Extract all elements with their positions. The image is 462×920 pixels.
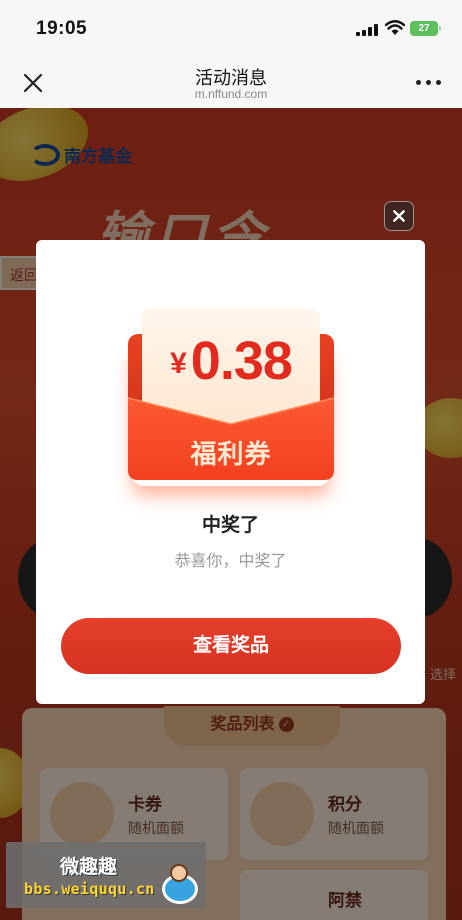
status-time: 19:05 xyxy=(36,18,88,39)
coupon-label: 福利券 xyxy=(190,439,272,469)
page-url: m.nffund.com xyxy=(194,87,268,101)
view-prize-button[interactable]: 查看奖品 xyxy=(61,618,401,674)
currency-symbol: ¥ xyxy=(170,347,187,380)
win-subtitle: 恭喜你，中奖了 xyxy=(174,553,287,570)
watermark-logo: 微趣趣 bbs.weiququ.cn xyxy=(6,842,206,908)
prize-amount: ¥0.38 xyxy=(142,330,320,392)
battery-tip xyxy=(439,26,441,31)
watermark-url: bbs.weiququ.cn xyxy=(24,880,155,898)
wifi-icon xyxy=(385,20,405,35)
more-dots-icon[interactable] xyxy=(416,80,442,86)
mascot-icon xyxy=(170,864,188,882)
modal-close-icon[interactable] xyxy=(384,201,414,231)
red-envelope: ¥0.38 福利券 xyxy=(126,306,336,482)
cellular-signal-icon xyxy=(356,24,378,36)
status-bar: 19:05 27 xyxy=(0,0,462,58)
win-title: 中奖了 xyxy=(201,515,259,536)
amount-value: 0.38 xyxy=(190,331,293,391)
prize-modal: ¥0.38 福利券 中奖了 恭喜你，中奖了 查看奖品 xyxy=(36,240,425,704)
battery-icon: 27 xyxy=(410,21,438,36)
nav-bar: 活动消息 m.nffund.com xyxy=(0,58,462,108)
watermark-name: 微趣趣 xyxy=(60,857,118,878)
